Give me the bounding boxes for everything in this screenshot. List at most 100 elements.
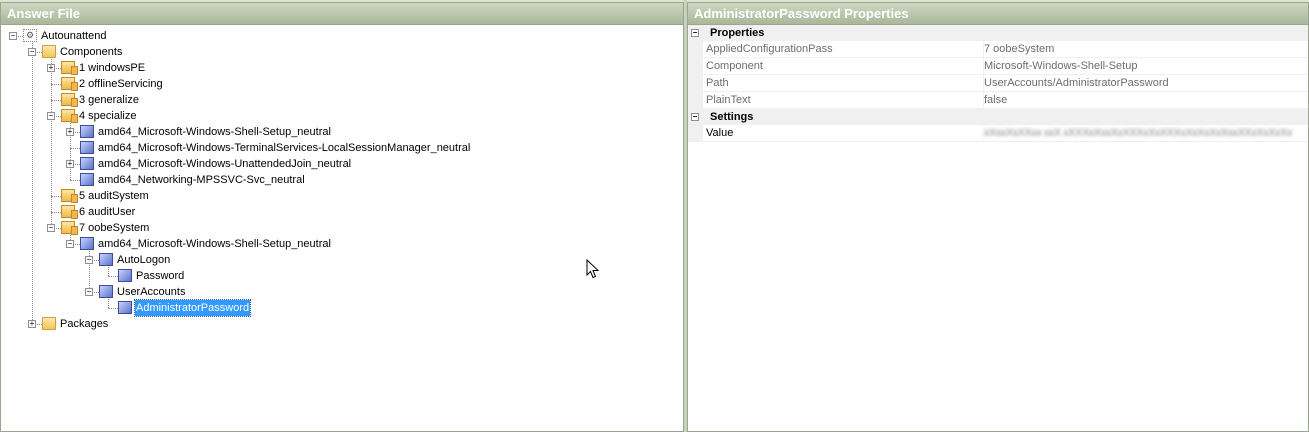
pass-icon (61, 109, 78, 123)
component-icon (118, 301, 132, 314)
property-gutter (688, 75, 703, 91)
component-icon (80, 141, 94, 154)
tree-node-label[interactable]: 4 specialize (78, 108, 137, 124)
pass-icon (61, 221, 78, 235)
pass-icon (61, 189, 78, 203)
answer-file-tree[interactable]: − ⚙ Autounattend − Components +1 windowsPE 2 o… (1, 25, 683, 430)
property-category-properties[interactable]: − Properties (688, 25, 1308, 41)
property-category-settings[interactable]: − Settings (688, 109, 1308, 125)
collapse-icon[interactable]: − (85, 288, 93, 296)
tree-node-label[interactable]: 3 generalize (78, 92, 140, 108)
expand-icon[interactable]: + (47, 64, 55, 72)
property-category-label: Properties (710, 27, 765, 39)
tree-node-adminpassword[interactable]: AdministratorPassword (1, 299, 683, 317)
tree-node-label[interactable]: Autounattend (40, 28, 107, 44)
tree-node-offlineservicing[interactable]: 2 offlineServicing (1, 76, 683, 92)
expand-icon[interactable]: + (28, 320, 36, 328)
property-name: Component (706, 60, 763, 72)
tree-node-spec-ts[interactable]: amd64_Microsoft-Windows-TerminalServices… (1, 140, 683, 156)
tree-node-label[interactable]: 7 oobeSystem (78, 220, 150, 236)
pass-icon (61, 61, 78, 75)
properties-pane: AdministratorPassword Properties − Proper… (687, 2, 1309, 432)
property-category-label: Settings (710, 111, 754, 123)
property-gutter (688, 92, 703, 108)
tree-node-label[interactable]: 2 offlineServicing (78, 76, 164, 92)
tree-node-label[interactable]: amd64_Microsoft-Windows-TerminalServices… (97, 140, 471, 156)
property-value[interactable]: xXxxXxXXxx xxX xXXXxXxxXxXXXxXxXXXxXxXxX… (983, 125, 1292, 141)
collapse-icon[interactable]: − (66, 240, 74, 248)
tree-node-specialize[interactable]: − 4 specialize (1, 108, 683, 124)
property-row-value[interactable]: Value xXxxXxXXxx xxX xXXXxXxxXxXXXxXxXXXx… (688, 125, 1308, 142)
tree-node-label[interactable]: UserAccounts (116, 284, 186, 300)
property-gutter (688, 125, 703, 141)
folder-icon (42, 317, 56, 330)
collapse-icon[interactable]: − (85, 256, 93, 264)
expand-icon[interactable]: + (66, 160, 74, 168)
property-name: Path (706, 77, 729, 89)
tree-node-components[interactable]: − Components (1, 44, 683, 60)
collapse-icon[interactable]: − (9, 32, 17, 40)
component-icon (99, 253, 113, 266)
tree-node-spec-shell[interactable]: + amd64_Microsoft-Windows-Shell-Setup_neu… (1, 124, 683, 140)
component-icon (118, 269, 132, 282)
property-name: Value (706, 127, 734, 139)
property-row-path[interactable]: Path UserAccounts/AdministratorPassword (688, 75, 1308, 92)
tree-node-label[interactable]: amd64_Networking-MPSSVC-Svc_neutral (97, 172, 306, 188)
tree-node-password[interactable]: Password (1, 268, 683, 284)
pass-icon (61, 205, 78, 219)
collapse-icon[interactable]: − (28, 48, 36, 56)
component-icon (99, 285, 113, 298)
collapse-icon[interactable]: − (691, 113, 699, 121)
answer-file-title: Answer File (1, 3, 683, 25)
property-row-component[interactable]: Component Microsoft-Windows-Shell-Setup (688, 58, 1308, 75)
property-name: PlainText (706, 94, 751, 106)
expand-icon[interactable]: + (66, 128, 74, 136)
collapse-icon[interactable]: − (47, 224, 55, 232)
tree-node-generalize[interactable]: 3 generalize (1, 92, 683, 108)
tree-node-oobesystem[interactable]: − 7 oobeSystem (1, 220, 683, 236)
component-icon (80, 237, 94, 250)
tree-node-label[interactable]: 5 auditSystem (78, 188, 150, 204)
property-value[interactable]: 7 oobeSystem (983, 41, 1054, 57)
tree-node-oobe-shell[interactable]: − amd64_Microsoft-Windows-Shell-Setup_neu… (1, 236, 683, 252)
tree-node-spec-join[interactable]: + amd64_Microsoft-Windows-UnattendedJoin_… (1, 156, 683, 172)
tree-node-label[interactable]: AdministratorPassword (133, 299, 252, 317)
property-value[interactable]: Microsoft-Windows-Shell-Setup (983, 58, 1137, 74)
component-icon (80, 125, 94, 138)
tree-node-packages[interactable]: + Packages (1, 316, 683, 332)
tree-node-autounattend[interactable]: − ⚙ Autounattend (1, 28, 683, 44)
tree-node-spec-net[interactable]: amd64_Networking-MPSSVC-Svc_neutral (1, 172, 683, 188)
pass-icon (61, 77, 78, 91)
property-gutter (688, 41, 703, 57)
tree-node-autologon[interactable]: − AutoLogon (1, 252, 683, 268)
property-row-plaintext[interactable]: PlainText false (688, 92, 1308, 109)
tree-node-auditsystem[interactable]: 5 auditSystem (1, 188, 683, 204)
tree-node-label[interactable]: AutoLogon (116, 252, 171, 268)
collapse-icon[interactable]: − (691, 29, 699, 37)
tree-node-label[interactable]: 6 auditUser (78, 204, 136, 220)
tree-node-useraccounts[interactable]: − UserAccounts (1, 284, 683, 300)
property-name: AppliedConfigurationPass (706, 43, 833, 55)
pass-icon (61, 93, 78, 107)
mouse-cursor-icon (586, 259, 600, 279)
tree-node-label[interactable]: 1 windowsPE (78, 60, 146, 76)
tree-node-label[interactable]: amd64_Microsoft-Windows-Shell-Setup_neut… (97, 124, 332, 140)
property-gutter (688, 58, 703, 74)
property-value[interactable]: UserAccounts/AdministratorPassword (983, 75, 1169, 91)
tree-node-label[interactable]: Password (135, 268, 185, 284)
gear-icon: ⚙ (23, 29, 37, 42)
tree-node-windowspe[interactable]: +1 windowsPE (1, 60, 683, 76)
collapse-icon[interactable]: − (47, 112, 55, 120)
tree-node-label[interactable]: Packages (59, 316, 109, 332)
tree-node-label[interactable]: amd64_Microsoft-Windows-Shell-Setup_neut… (97, 236, 332, 252)
property-row-appliedconfigurationpass[interactable]: AppliedConfigurationPass 7 oobeSystem (688, 41, 1308, 58)
tree-node-audituser[interactable]: 6 auditUser (1, 204, 683, 220)
property-value[interactable]: false (983, 92, 1007, 108)
tree-node-label[interactable]: amd64_Microsoft-Windows-UnattendedJoin_n… (97, 156, 352, 172)
component-icon (80, 157, 94, 170)
answer-file-pane: Answer File − ⚙ Autounattend − Components +1 … (0, 2, 684, 432)
properties-title: AdministratorPassword Properties (688, 3, 1308, 25)
folder-icon (42, 45, 56, 58)
tree-node-label[interactable]: Components (59, 44, 123, 60)
property-grid[interactable]: − Properties AppliedConfigurationPass 7 oob… (688, 25, 1308, 142)
